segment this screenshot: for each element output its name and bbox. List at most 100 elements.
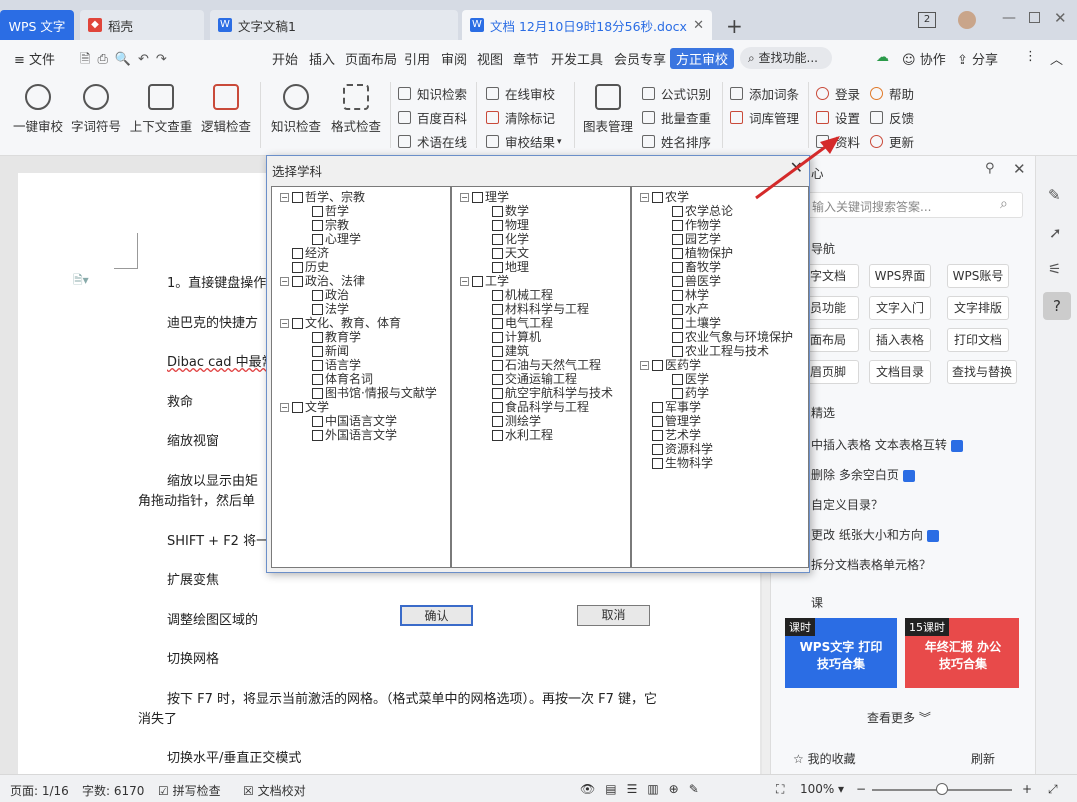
word-count[interactable]: 字数: 6170: [82, 782, 144, 799]
subject-tree-item[interactable]: 化学: [492, 232, 529, 246]
zoom-slider-handle[interactable]: [936, 783, 948, 795]
tab-daoke[interactable]: ◆ 稻壳: [80, 10, 204, 40]
checkbox[interactable]: [312, 373, 323, 385]
subject-tree-item[interactable]: 航空宇航科学与技术: [492, 386, 613, 400]
one-click-review-button[interactable]: 一键审校: [8, 80, 68, 135]
menu-reference[interactable]: 引用: [404, 49, 430, 68]
menu-fangzheng-review[interactable]: 方正审校: [670, 48, 735, 69]
collapse-icon[interactable]: −: [460, 276, 469, 286]
subject-tree-item[interactable]: 管理学: [652, 414, 701, 428]
knowledge-check-button[interactable]: 知识检查: [266, 80, 326, 135]
checkbox[interactable]: [672, 205, 683, 217]
minimize-icon[interactable]: —: [1002, 10, 1016, 26]
pick-link[interactable]: 拆分文档表格单元格？: [811, 556, 931, 573]
checkbox[interactable]: [292, 317, 303, 329]
course-card[interactable]: 课时 WPS文字 打印技巧合集: [785, 618, 897, 688]
menu-devtools[interactable]: 开发工具: [551, 49, 603, 68]
subject-tree-item[interactable]: 药学: [672, 386, 709, 400]
baidu-baike-button[interactable]: 百度百科: [398, 108, 467, 127]
subject-tree-item[interactable]: − 文学: [280, 400, 329, 414]
cloud-sync-icon[interactable]: ☁: [876, 50, 889, 65]
pin-icon[interactable]: ⚲: [985, 161, 995, 176]
subject-tree-item[interactable]: 图书馆·情报与文献学: [312, 386, 437, 400]
zoom-out-icon[interactable]: −: [856, 782, 866, 796]
zoom-dropdown-icon[interactable]: ▾: [838, 782, 844, 796]
subject-tree-item[interactable]: 心理学: [312, 232, 361, 246]
nav-button[interactable]: 打印文档: [947, 328, 1009, 352]
doc-proof-toggle[interactable]: ☒ 文档校对: [243, 782, 306, 799]
checkbox[interactable]: [672, 373, 683, 385]
nav-button[interactable]: 文档目录: [869, 360, 931, 384]
subject-tree-column-3[interactable]: − 农学 农学总论 作物学 园艺学 植物保护 畜牧学 兽医学 林学 水产 土壤学 农业气象与环境保护农…: [631, 186, 809, 568]
checkbox[interactable]: [312, 205, 323, 217]
checkbox[interactable]: [492, 429, 503, 441]
subject-tree-item[interactable]: 建筑: [492, 344, 529, 358]
checkbox[interactable]: [492, 247, 503, 259]
checkbox[interactable]: [472, 191, 483, 203]
subject-tree-item[interactable]: 经济: [292, 246, 329, 260]
checkbox[interactable]: [312, 345, 323, 357]
find-function-search[interactable]: ⌕ 查找功能...: [740, 47, 832, 69]
tab-document1[interactable]: W 文字文稿1: [210, 10, 458, 40]
cursor-icon[interactable]: ➚: [1049, 224, 1062, 242]
pick-link[interactable]: 自定义目录？: [811, 496, 883, 513]
sliders-icon[interactable]: ⚟: [1048, 260, 1061, 278]
favorites-link[interactable]: ☆ 我的收藏: [793, 750, 856, 767]
review-result-dropdown[interactable]: 审校结果 ▾: [486, 132, 562, 151]
pick-link[interactable]: 删除 多余空白页: [811, 466, 915, 483]
course-card[interactable]: 15课时 年终汇报 办公技巧合集: [905, 618, 1019, 688]
subject-tree-item[interactable]: 新闻: [312, 344, 349, 358]
pick-link[interactable]: 更改 纸张大小和方向: [811, 526, 939, 543]
spell-check-toggle[interactable]: ☑ 拼写检查: [158, 782, 221, 799]
collapse-icon[interactable]: −: [280, 276, 289, 286]
checkbox[interactable]: [652, 457, 663, 469]
subject-tree-item[interactable]: 水产: [672, 302, 709, 316]
more-icon[interactable]: ⋮: [1024, 49, 1037, 64]
checkbox[interactable]: [672, 289, 683, 301]
menu-layout[interactable]: 页面布局: [345, 49, 397, 68]
checkbox[interactable]: [672, 275, 683, 287]
zoom-level[interactable]: 100%: [800, 782, 834, 796]
close-tab-icon[interactable]: ✕: [693, 18, 704, 33]
nav-button[interactable]: 插入表格: [869, 328, 931, 352]
subject-tree-item[interactable]: 艺术学: [652, 428, 701, 442]
subject-tree-item[interactable]: 体育名词: [312, 372, 373, 386]
view-mode-icons[interactable]: 👁▤☰▥⊕✎: [580, 782, 709, 796]
checkbox[interactable]: [492, 373, 503, 385]
checkbox[interactable]: [292, 247, 303, 259]
checkbox[interactable]: [292, 275, 303, 287]
subject-tree-item[interactable]: 兽医学: [672, 274, 721, 288]
share-button[interactable]: ⇪ 分享: [957, 49, 998, 68]
subject-tree-item[interactable]: 电气工程: [492, 316, 553, 330]
checkbox[interactable]: [672, 317, 683, 329]
subject-tree-item[interactable]: 畜牧学: [672, 260, 721, 274]
paragraph-icon[interactable]: 🗎▾: [73, 271, 89, 292]
online-review-button[interactable]: 在线审校: [486, 84, 555, 103]
see-more-link[interactable]: 查看更多 ︾: [867, 709, 931, 726]
login-button[interactable]: 登录: [816, 84, 860, 103]
checkbox[interactable]: [652, 191, 663, 203]
subject-tree-item[interactable]: − 医药学: [640, 358, 701, 372]
checkbox[interactable]: [312, 359, 323, 371]
subject-tree-item[interactable]: 林学: [672, 288, 709, 302]
menu-view[interactable]: 视图: [477, 49, 503, 68]
checkbox[interactable]: [472, 275, 483, 287]
checkbox[interactable]: [672, 233, 683, 245]
checkbox[interactable]: [652, 429, 663, 441]
name-sort-button[interactable]: 姓名排序: [642, 132, 711, 151]
checkbox[interactable]: [672, 219, 683, 231]
context-dup-check-button[interactable]: 上下文查重: [128, 80, 194, 135]
subject-tree-item[interactable]: 宗教: [312, 218, 349, 232]
checkbox[interactable]: [492, 303, 503, 315]
quick-access-icons[interactable]: 🗎⎙🔍↶↷: [80, 50, 174, 72]
subject-tree-item[interactable]: 水利工程: [492, 428, 553, 442]
subject-tree-item[interactable]: 土壤学: [672, 316, 721, 330]
collapse-icon[interactable]: −: [460, 192, 469, 202]
update-button[interactable]: 更新: [870, 132, 914, 151]
collab-button[interactable]: ☺ 协作: [902, 49, 946, 68]
checkbox[interactable]: [492, 331, 503, 343]
checkbox[interactable]: [492, 233, 503, 245]
add-entry-button[interactable]: 添加词条: [730, 84, 799, 103]
checkbox[interactable]: [492, 359, 503, 371]
checkbox[interactable]: [652, 401, 663, 413]
